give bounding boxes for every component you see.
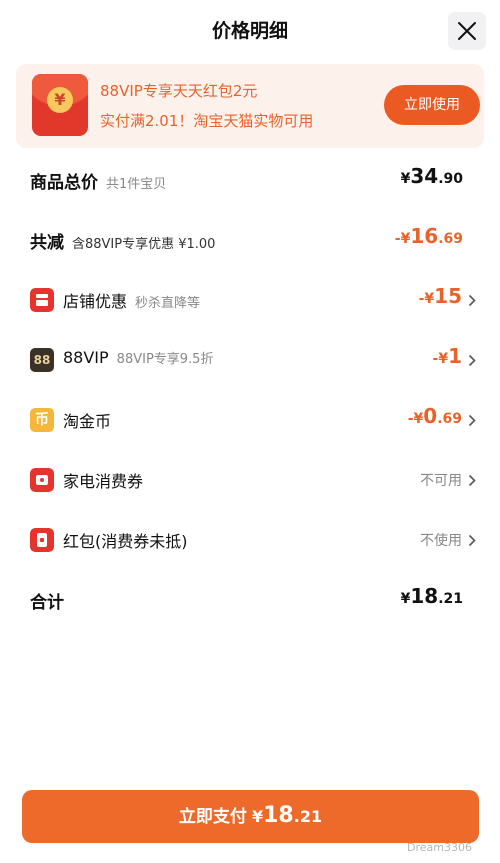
item-count: 共1件宝贝 xyxy=(106,177,167,192)
chevron-right-icon xyxy=(468,474,476,487)
shop-icon xyxy=(30,288,54,312)
pay-now-button[interactable]: 立即支付 ¥18.21 xyxy=(22,790,479,843)
total-price-value: ¥34.90 xyxy=(400,164,463,188)
grand-total-value: ¥18.21 xyxy=(400,584,463,608)
pay-now-label: 立即支付 xyxy=(178,807,247,827)
use-now-button[interactable]: 立即使用 xyxy=(384,85,480,125)
taojinbi-value: -¥0.69 xyxy=(407,404,462,428)
chevron-right-icon xyxy=(468,294,476,307)
total-price-row: 商品总价 共1件宝贝 ¥34.90 xyxy=(0,160,500,200)
shop-discount-label: 店铺优惠 xyxy=(63,292,128,311)
pay-amount: ¥18.21 xyxy=(251,803,323,828)
vip-discount-row[interactable]: 88 88VIP 88VIP专享9.5折 -¥1 xyxy=(0,340,500,380)
red-envelope-icon: ¥ xyxy=(32,74,88,136)
shop-discount-value: -¥15 xyxy=(418,284,462,308)
vip-red-packet-banner: ¥ 88VIP专享天天红包2元 实付满2.01！淘宝天猫实物可用 立即使用 xyxy=(16,64,484,148)
page-title: 价格明细 xyxy=(211,20,288,42)
red-packet-label: 红包(消费券未抵) xyxy=(63,532,188,551)
shop-discount-note: 秒杀直降等 xyxy=(135,296,201,311)
vip-88-icon: 88 xyxy=(30,348,54,372)
coin-icon: 币 xyxy=(30,408,54,432)
red-packet-row[interactable]: 红包(消费券未抵) 不使用 xyxy=(0,520,500,560)
total-reduction-label: 共减 xyxy=(30,233,64,253)
close-icon xyxy=(458,22,476,40)
total-reduction-row: 共减 含88VIP专享优惠 ¥1.00 -¥16.69 xyxy=(0,220,500,260)
coupon-icon xyxy=(30,468,54,492)
vip-note: 88VIP专享9.5折 xyxy=(116,352,214,367)
vip-label: 88VIP xyxy=(63,348,109,367)
taojinbi-row[interactable]: 币 淘金币 -¥0.69 xyxy=(0,400,500,440)
grand-total-label: 合计 xyxy=(30,593,64,613)
appliance-coupon-label: 家电消费券 xyxy=(63,472,144,491)
vip-discount-value: -¥1 xyxy=(432,344,462,368)
watermark: Dream3306 xyxy=(407,841,472,854)
taojinbi-label: 淘金币 xyxy=(63,412,112,431)
chevron-right-icon xyxy=(468,414,476,427)
vip-discount-note: 含88VIP专享优惠 ¥1.00 xyxy=(72,237,216,252)
total-reduction-value: -¥16.69 xyxy=(394,224,463,248)
appliance-coupon-row[interactable]: 家电消费券 不可用 xyxy=(0,460,500,500)
banner-title: 88VIP专享天天红包2元 xyxy=(100,82,258,100)
grand-total-row: 合计 ¥18.21 xyxy=(0,580,500,620)
sheet-header: 价格明细 xyxy=(0,0,500,58)
total-price-label: 商品总价 xyxy=(30,173,98,193)
red-packet-status: 不使用 xyxy=(420,533,462,549)
red-packet-icon xyxy=(30,528,54,552)
banner-condition: 实付满2.01！淘宝天猫实物可用 xyxy=(100,112,314,130)
appliance-coupon-status: 不可用 xyxy=(420,473,462,489)
shop-discount-row[interactable]: 店铺优惠 秒杀直降等 -¥15 xyxy=(0,280,500,320)
chevron-right-icon xyxy=(468,354,476,367)
close-button[interactable] xyxy=(448,12,486,50)
chevron-right-icon xyxy=(468,534,476,547)
